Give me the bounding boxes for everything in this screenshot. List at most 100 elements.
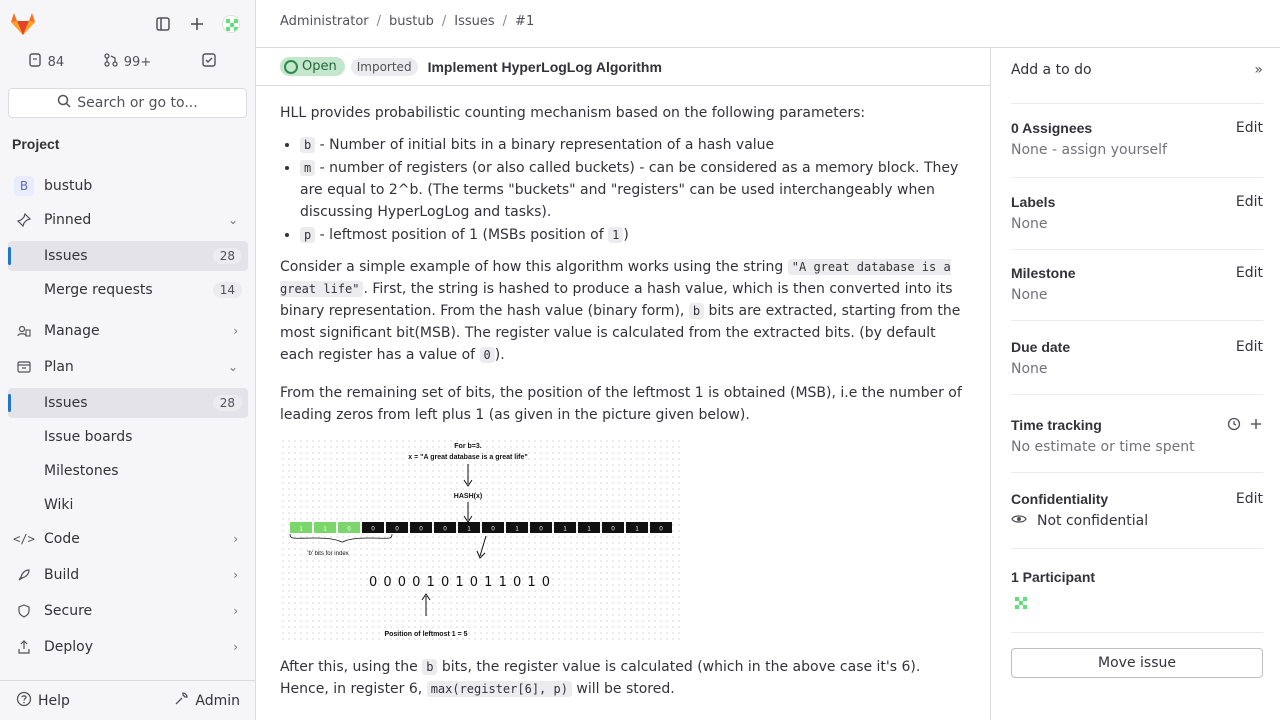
clock-icon[interactable] [1227,417,1241,435]
merge-requests-count-button[interactable]: 99+ [90,48,166,76]
inline-code: b [422,659,438,675]
figure-line2: x = "A great database is a great life" [408,454,527,461]
breadcrumb: Administrator / bustub / Issues / #1 [280,14,534,29]
sidebar-item-deploy[interactable]: Deploy › [8,632,248,662]
sidebar-item-milestones[interactable]: Milestones [8,456,248,486]
add-todo-button[interactable]: Add a to do [1011,62,1092,78]
chevron-down-icon: ⌄ [227,213,238,227]
sidebar-toggle-icon[interactable] [149,10,177,38]
todo-button[interactable] [171,48,247,76]
sidebar-footer: Help Admin [0,680,256,720]
bit-row: 1100000101011010 [290,522,672,533]
help-label: Help [38,692,70,709]
sidebar-item-label: Issue boards [44,429,133,445]
list-item: m - number of registers (or also called … [300,157,966,223]
breadcrumb-item[interactable]: #1 [515,14,534,29]
assignees-title: 0 Assignees [1011,120,1093,136]
sidebar-item-issues[interactable]: Issues 28 [8,388,248,418]
due-date-block: Due date Edit None [1011,339,1263,395]
breadcrumb-item[interactable]: Administrator [280,14,369,29]
milestone-edit-button[interactable]: Edit [1236,265,1263,281]
sidebar-item-merge-requests[interactable]: Merge requests 14 [8,275,248,305]
sidebar-item-label: Manage [44,323,100,339]
sidebar-item-label: Wiki [44,497,74,513]
sidebar-item-label: Code [44,531,80,547]
sidebar-item-code[interactable]: </> Code › [8,524,248,554]
sidebar-item-build[interactable]: Build › [8,560,248,590]
create-new-icon[interactable] [183,10,211,38]
sidebar-item-label: Issues [44,248,88,264]
issue-right-sidebar: Add a to do » 0 Assignees Edit None - as… [990,48,1280,720]
sidebar-item-label: Secure [44,603,93,619]
sidebar-item-label: Issues [44,395,88,411]
issues-count-button[interactable]: 84 [8,48,84,76]
admin-label: Admin [195,692,240,709]
sidebar-item-label: Plan [44,359,74,375]
labels-edit-button[interactable]: Edit [1236,194,1263,210]
figure-index-label: 'b' bits for index [307,551,348,557]
question-icon [16,691,32,711]
list-item-text: - leftmost position of 1 (MSBs position … [315,227,609,243]
issue-icon [28,53,42,71]
paragraph-text: Consider a simple example of how this al… [280,259,788,275]
user-avatar[interactable] [217,10,245,38]
help-button[interactable]: Help [10,687,76,715]
milestone-value: None [1011,287,1048,303]
hyperloglog-diagram-image[interactable]: For b=3. x = "A great database is a grea… [280,438,680,642]
assignees-edit-button[interactable]: Edit [1236,120,1263,136]
sidebar-item-pinned-issues[interactable]: Issues 28 [8,241,248,271]
count-badge: 28 [212,395,242,411]
sidebar-item-pinned[interactable]: Pinned ⌄ [8,205,248,235]
search-button[interactable]: Search or go to... [8,88,247,118]
rocket-icon [14,565,34,585]
figure-line1: For b=3. [454,443,481,450]
list-item: p - leftmost position of 1 (MSBs positio… [300,224,966,246]
inline-code: max(register[6], p) [426,681,572,697]
index-bracket [289,533,393,543]
labels-title: Labels [1011,194,1056,210]
assign-yourself-link[interactable]: assign yourself [1061,142,1166,158]
chevron-right-icon: › [233,324,238,338]
sidebar-item-plan[interactable]: Plan ⌄ [8,352,248,382]
breadcrumb-item[interactable]: bustub [389,14,434,29]
add-time-icon[interactable] [1249,417,1263,435]
project-link[interactable]: B bustub [8,171,248,201]
assignees-block: 0 Assignees Edit None - assign yourself [1011,120,1263,178]
left-sidebar: 84 99+ Search or go to... Project B bust… [0,0,256,720]
participant-avatar[interactable] [1011,593,1031,613]
sidebar-item-label: Deploy [44,639,94,655]
list-item: b - Number of initial bits in a binary r… [300,134,966,156]
admin-button[interactable]: Admin [167,687,246,715]
collapse-sidebar-icon[interactable]: » [1254,62,1263,78]
eye-icon [1011,513,1027,529]
confidentiality-edit-button[interactable]: Edit [1236,491,1263,507]
move-issue-button[interactable]: Move issue [1011,648,1263,678]
admin-wrench-icon [173,691,189,711]
todo-checkbox-icon [202,53,216,71]
inline-code: 0 [479,347,495,363]
imported-badge: Imported [350,57,418,76]
merge-requests-count: 99+ [123,54,152,70]
sidebar-item-issue-boards[interactable]: Issue boards [8,422,248,452]
sidebar-item-secure[interactable]: Secure › [8,596,248,626]
search-icon [57,94,71,112]
code-icon: </> [13,532,35,546]
breadcrumb-separator: / [376,14,382,29]
labels-block: Labels Edit None [1011,194,1263,250]
sidebar-item-wiki[interactable]: Wiki [8,490,248,520]
sidebar-item-manage[interactable]: Manage › [8,316,248,346]
search-label: Search or go to... [77,95,198,111]
confidentiality-value: Not confidential [1037,513,1149,529]
gitlab-logo-icon[interactable] [10,12,36,36]
time-tracking-block: Time tracking No estimate or time spent [1011,417,1263,473]
pin-icon [14,210,34,230]
project-avatar: B [14,176,34,196]
inline-code: m [300,160,316,176]
paragraph-text: will be stored. [571,681,675,697]
issue-title[interactable]: Implement HyperLogLog Algorithm [428,59,662,75]
confidentiality-block: Confidentiality Edit Not confidential [1011,491,1263,549]
issues-count: 84 [47,54,65,70]
breadcrumb-item[interactable]: Issues [454,14,494,29]
count-badge: 28 [212,248,242,264]
due-date-edit-button[interactable]: Edit [1236,339,1263,355]
